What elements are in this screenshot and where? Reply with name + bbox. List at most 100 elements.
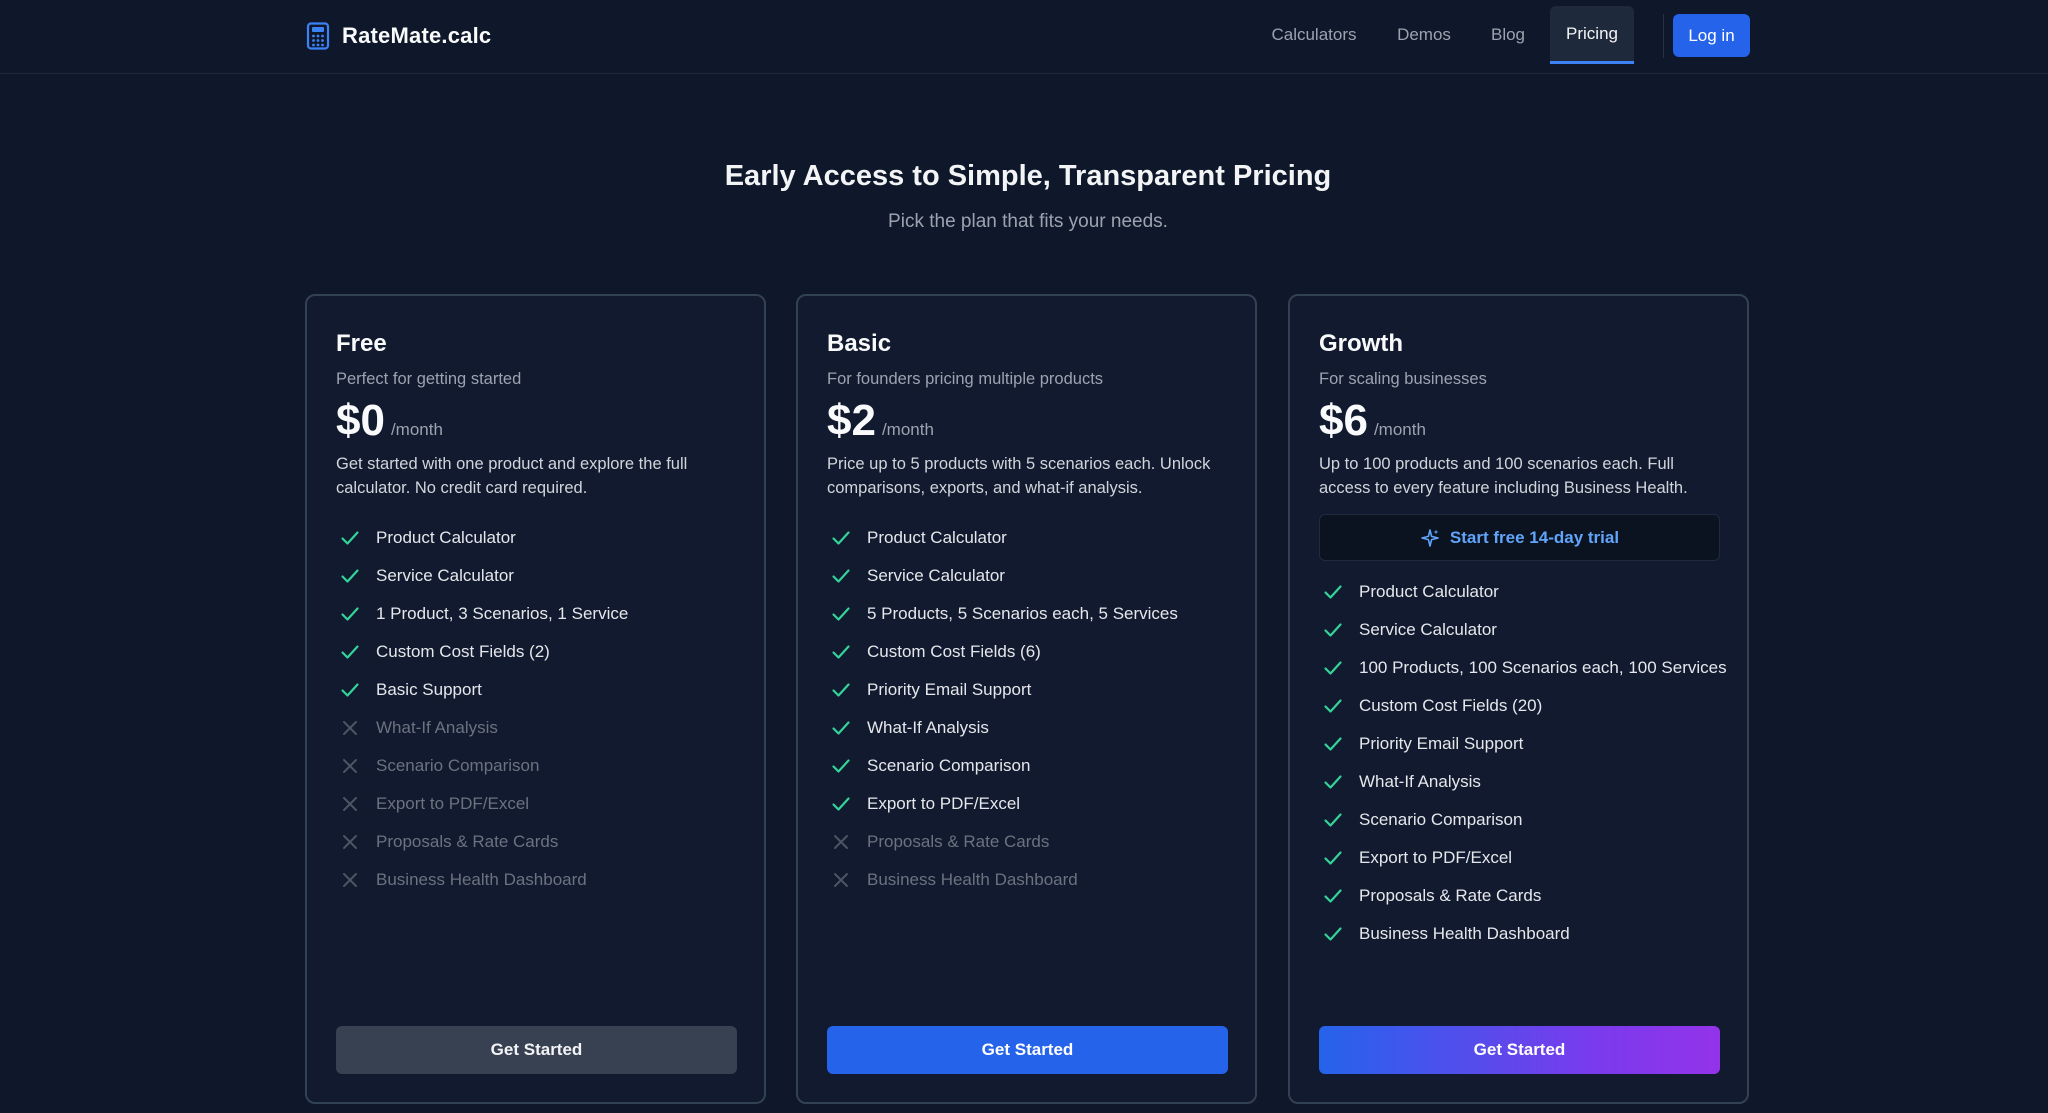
feature-label: Basic Support [376,680,482,699]
plan-card-growth: Growth For scaling businesses $6 /month … [1288,294,1749,1104]
feature-item: Service Calculator [336,564,746,588]
x-icon [338,868,362,892]
check-icon [338,526,362,550]
plan-card-free: Free Perfect for getting started $0 /mon… [305,294,766,1104]
brand-logo[interactable]: RateMate.calc [306,20,491,52]
check-icon [1321,770,1345,794]
feature-label: Business Health Dashboard [1359,924,1570,943]
check-icon [1321,884,1345,908]
feature-item: Scenario Comparison [336,754,746,778]
feature-label: Product Calculator [1359,582,1499,601]
feature-label: Proposals & Rate Cards [376,832,559,851]
check-icon [1321,922,1345,946]
feature-item: 5 Products, 5 Scenarios each, 5 Services [827,602,1237,626]
feature-label: Product Calculator [867,528,1007,547]
sparkles-icon [1421,528,1439,547]
check-icon [1321,656,1345,680]
feature-item: Priority Email Support [827,678,1237,702]
feature-label: Service Calculator [867,566,1005,585]
feature-label: Priority Email Support [867,680,1032,699]
price-period: /month [1373,420,1426,439]
feature-item: Proposals & Rate Cards [827,830,1237,854]
get-started-button[interactable]: Get Started [336,1026,737,1074]
check-icon [338,678,362,702]
feature-label: Export to PDF/Excel [376,794,530,813]
feature-label: 5 Products, 5 Scenarios each, 5 Services [867,604,1178,623]
feature-label: Service Calculator [1359,620,1497,639]
feature-item: Basic Support [336,678,746,702]
plan-tagline: For scaling businesses [1319,370,1487,388]
feature-item: Product Calculator [1319,580,1729,604]
check-icon [1321,732,1345,756]
feature-item: Custom Cost Fields (6) [827,640,1237,664]
top-navbar: RateMate.calc Calculators Demos Blog Pri… [0,0,2048,74]
plan-description: Up to 100 products and 100 scenarios eac… [1319,455,1688,497]
price-period: /month [390,420,443,439]
feature-label: Proposals & Rate Cards [1359,886,1542,905]
feature-item: Product Calculator [336,526,746,550]
plan-price: $6 /month [1319,396,1426,446]
feature-label: What-If Analysis [376,718,498,737]
feature-item: Export to PDF/Excel [827,792,1237,816]
feature-label: Service Calculator [376,566,514,585]
feature-label: 100 Products, 100 Scenarios each, 100 Se… [1359,658,1727,677]
feature-item: 1 Product, 3 Scenarios, 1 Service [336,602,746,626]
plan-description: Price up to 5 products with 5 scenarios … [827,455,1211,497]
login-button[interactable]: Log in [1673,14,1750,57]
start-trial-label: Start free 14-day trial [1449,527,1620,547]
calculator-icon [306,22,330,50]
check-icon [1321,694,1345,718]
check-icon [1321,618,1345,642]
plan-price: $2 /month [827,396,934,446]
nav-blog[interactable]: Blog [1480,6,1536,64]
check-icon [829,640,853,664]
page-subtitle: Pick the plan that fits your needs. [888,211,1168,232]
check-icon [829,602,853,626]
feature-item: Business Health Dashboard [1319,922,1729,946]
feature-label: Proposals & Rate Cards [867,832,1050,851]
feature-item: Custom Cost Fields (2) [336,640,746,664]
check-icon [829,716,853,740]
get-started-button[interactable]: Get Started [827,1026,1228,1074]
feature-label: What-If Analysis [1359,772,1481,791]
feature-item: Product Calculator [827,526,1237,550]
plan-description: Get started with one product and explore… [336,455,688,497]
check-icon [829,564,853,588]
nav-calculators[interactable]: Calculators [1258,6,1370,64]
get-started-button[interactable]: Get Started [1319,1026,1720,1074]
x-icon [338,830,362,854]
check-icon [338,602,362,626]
feature-label: Custom Cost Fields (20) [1359,696,1543,715]
feature-label: Business Health Dashboard [867,870,1078,889]
start-trial-button[interactable]: Start free 14-day trial [1319,514,1720,561]
price-period: /month [881,420,934,439]
check-icon [1321,846,1345,870]
nav-divider [1663,14,1664,58]
plan-tagline: Perfect for getting started [336,370,522,388]
feature-label: Scenario Comparison [1359,810,1523,829]
feature-list: Product Calculator Service Calculator 100 … [1319,580,1729,960]
plan-price: $0 /month [336,396,443,446]
feature-item: Proposals & Rate Cards [336,830,746,854]
feature-label: What-If Analysis [867,718,989,737]
feature-label: Export to PDF/Excel [867,794,1021,813]
feature-label: Product Calculator [376,528,516,547]
price-amount: $0 [336,396,385,445]
brand-name: RateMate.calc [342,23,492,48]
price-amount: $2 [827,396,876,445]
plan-card-basic: Basic For founders pricing multiple prod… [796,294,1257,1104]
check-icon [829,678,853,702]
feature-label: Custom Cost Fields (2) [376,642,550,661]
nav-demos[interactable]: Demos [1388,6,1460,64]
feature-label: Scenario Comparison [867,756,1031,775]
feature-list: Product Calculator Service Calculator 5 Pr… [827,526,1237,906]
check-icon [1321,808,1345,832]
plan-name: Growth [1319,330,1403,357]
feature-label: Custom Cost Fields (6) [867,642,1041,661]
feature-label: Export to PDF/Excel [1359,848,1513,867]
feature-item: Scenario Comparison [1319,808,1729,832]
feature-item: What-If Analysis [336,716,746,740]
nav-pricing[interactable]: Pricing [1550,6,1634,64]
plan-name: Free [336,330,387,357]
feature-item: Service Calculator [1319,618,1729,642]
